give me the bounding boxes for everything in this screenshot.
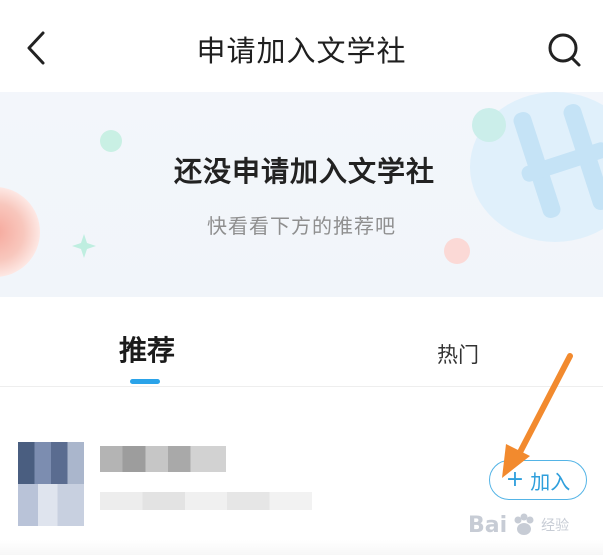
decoration-dot (444, 238, 470, 264)
top-bar: 申请加入文学社 (0, 0, 603, 92)
bottom-edge (0, 540, 603, 555)
tab-bar: 推荐 热门 (0, 307, 603, 387)
page: 申请加入文学社 还没申请加入文学社 快看看下方的推荐吧 推荐 热门 + 加入 B… (0, 0, 603, 555)
item-description-blurred (100, 492, 312, 510)
item-name-blurred (100, 446, 226, 472)
page-title: 申请加入文学社 (196, 34, 407, 68)
join-button-label: 加入 (530, 469, 571, 494)
tab-recommend[interactable]: 推荐 (112, 329, 182, 369)
tab-active-indicator (130, 379, 160, 384)
decoration-dot (472, 108, 506, 142)
search-button[interactable] (545, 30, 585, 70)
avatar (18, 442, 84, 526)
empty-state-title: 还没申请加入文学社 (173, 155, 435, 188)
watermark-logo: Bai 经验 (468, 505, 598, 545)
join-button[interactable]: + 加入 (489, 460, 587, 500)
decoration-dot (100, 130, 122, 152)
watermark-suffix: 经验 (541, 518, 570, 534)
watermark-text: Bai (468, 512, 508, 538)
search-icon (548, 33, 581, 67)
plus-icon: + (505, 467, 525, 492)
paw-icon (514, 513, 534, 535)
empty-state-subtitle: 快看看下方的推荐吧 (207, 214, 396, 238)
tab-hot[interactable]: 热门 (428, 339, 488, 369)
empty-state-banner: 还没申请加入文学社 快看看下方的推荐吧 (0, 92, 603, 297)
